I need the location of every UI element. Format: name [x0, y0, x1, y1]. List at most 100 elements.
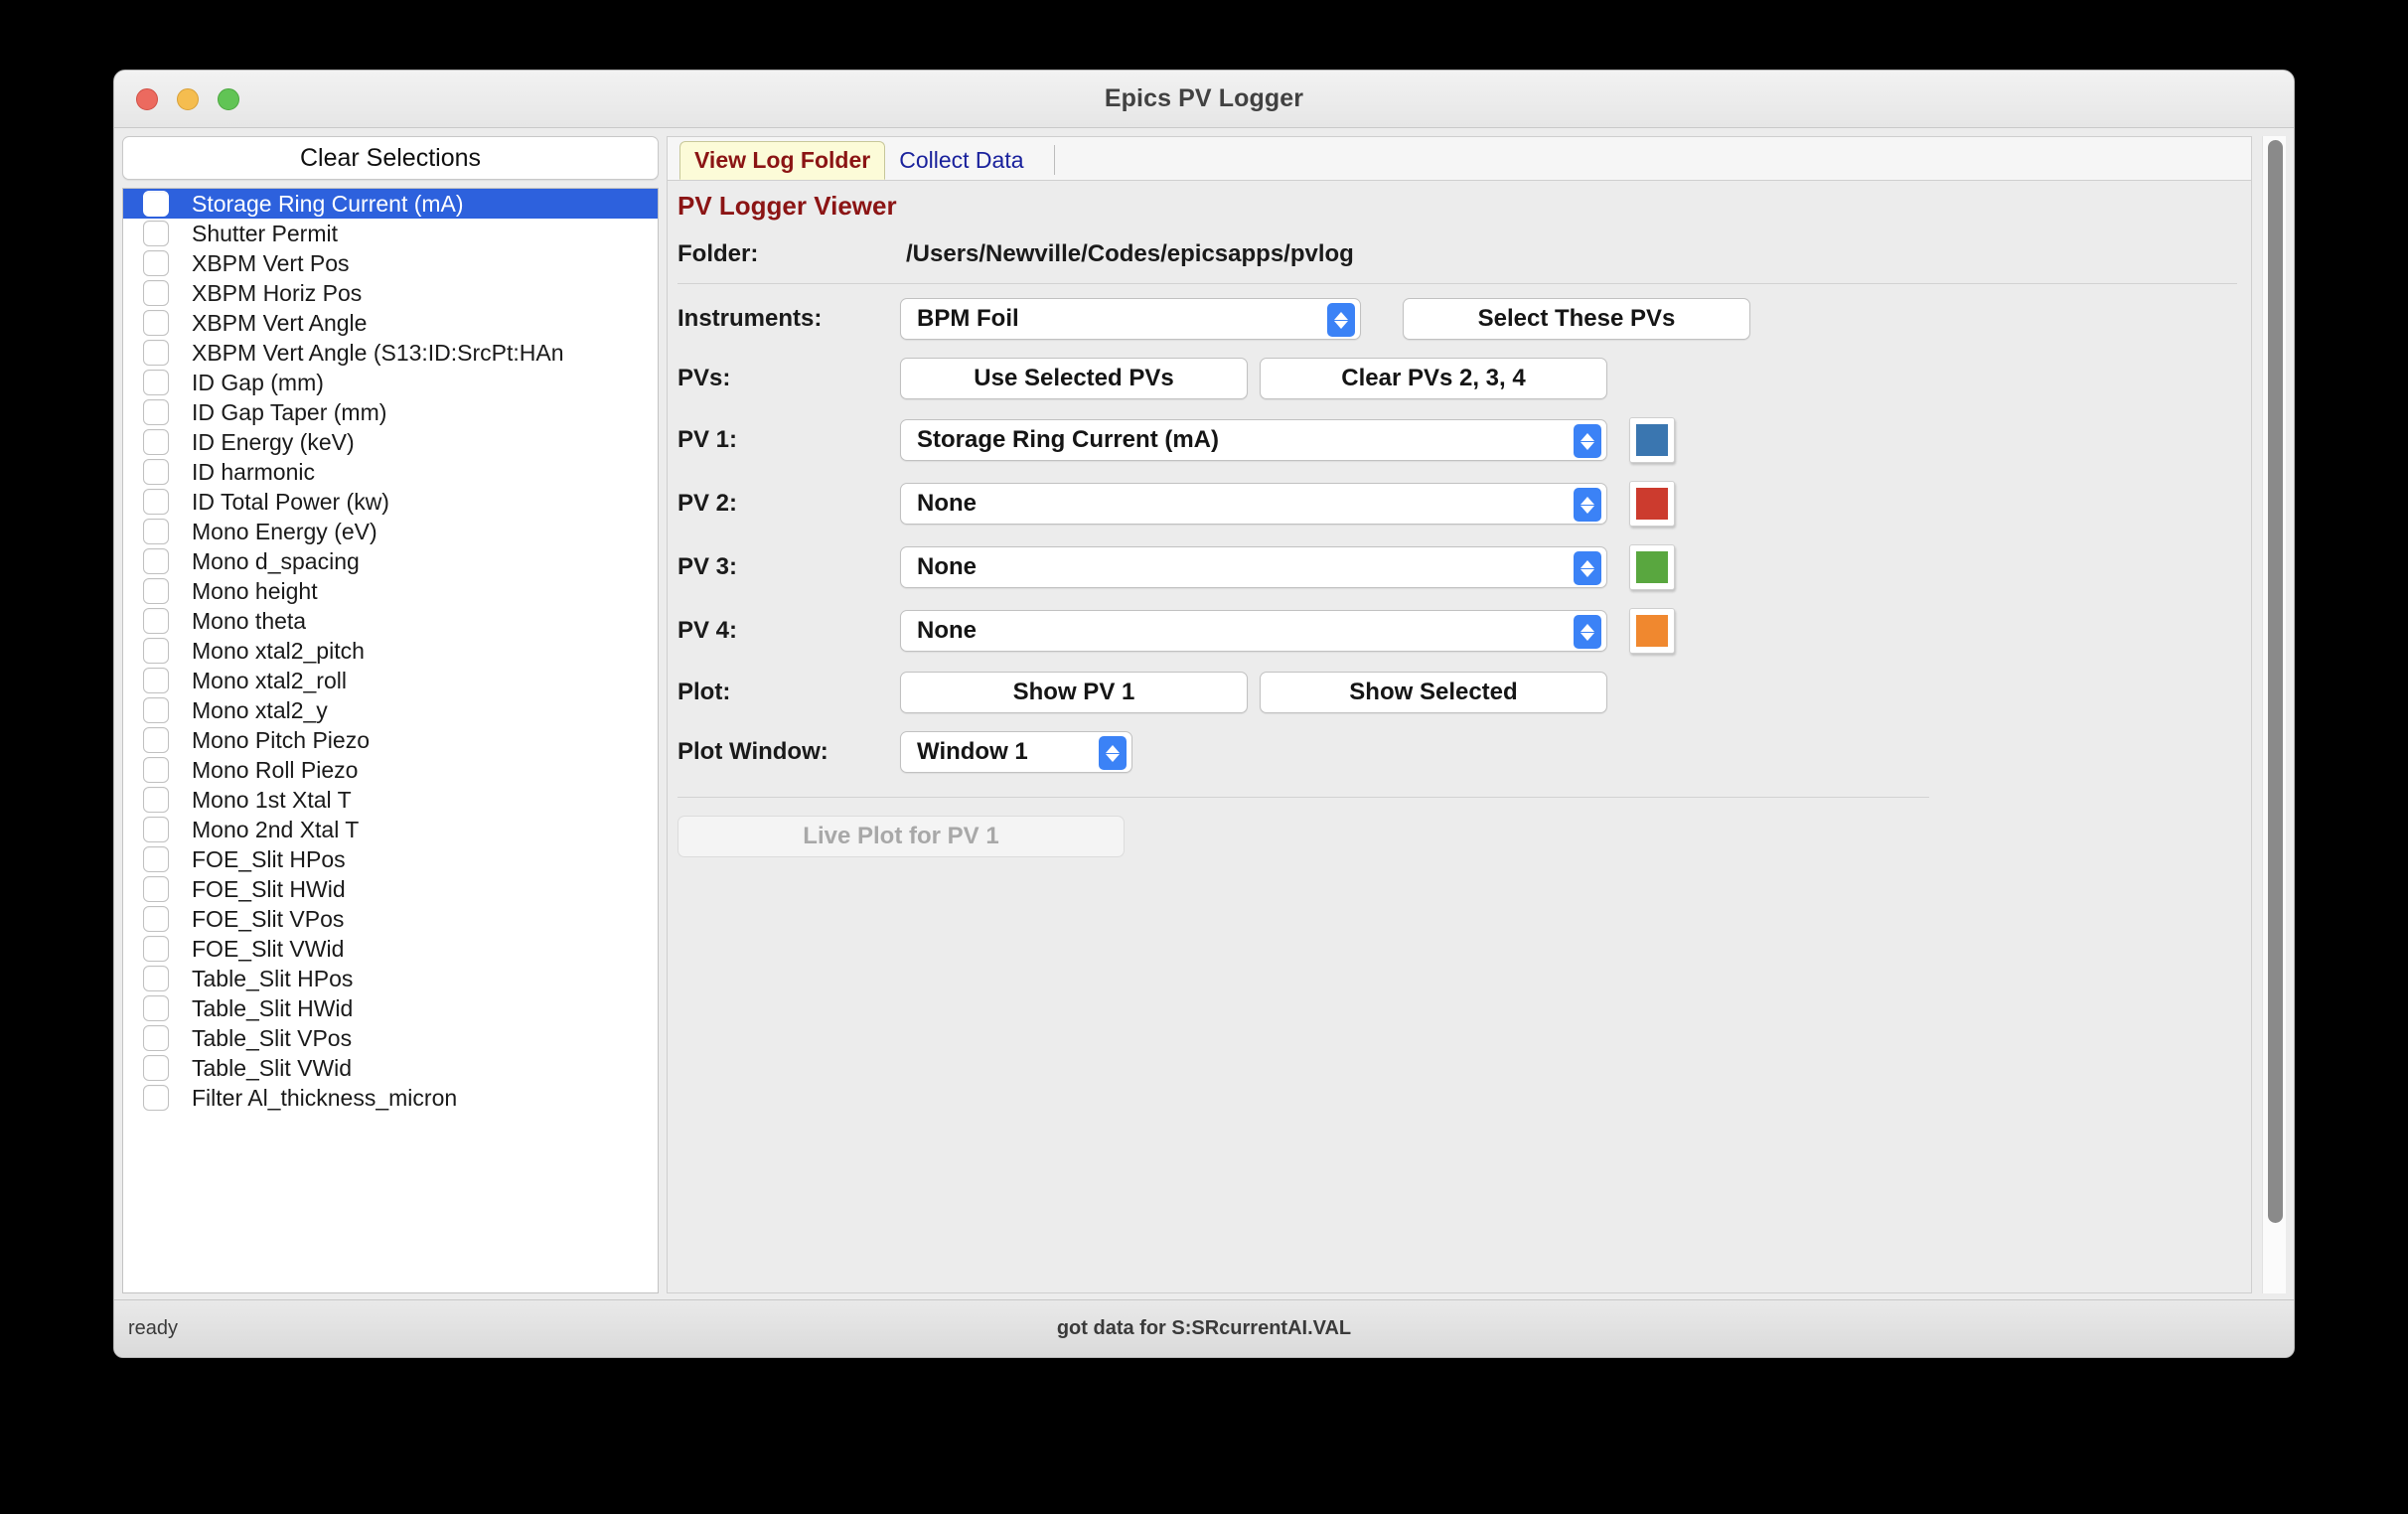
chevron-updown-icon[interactable] [1327, 303, 1355, 337]
checkbox-icon[interactable] [143, 310, 169, 336]
pv-select-3[interactable]: None [900, 546, 1607, 588]
list-item[interactable]: Table_Slit VPos [123, 1023, 658, 1053]
clear-selections-button[interactable]: Clear Selections [122, 136, 659, 180]
checkbox-icon[interactable] [143, 727, 169, 753]
clear-pvs-button[interactable]: Clear PVs 2, 3, 4 [1260, 358, 1607, 399]
tab-collect-data[interactable]: Collect Data [885, 141, 1037, 180]
list-item-label: Mono theta [192, 607, 307, 634]
list-item[interactable]: Table_Slit VWid [123, 1053, 658, 1083]
show-selected-button[interactable]: Show Selected [1260, 672, 1607, 713]
list-item[interactable]: Mono height [123, 576, 658, 606]
checkbox-icon[interactable] [143, 1085, 169, 1111]
checkbox-icon[interactable] [143, 221, 169, 246]
checkbox-icon[interactable] [143, 787, 169, 813]
checkbox-icon[interactable] [143, 936, 169, 962]
color-chip [1636, 615, 1668, 647]
chevron-updown-icon[interactable] [1574, 615, 1601, 649]
list-item[interactable]: ID Total Power (kw) [123, 487, 658, 517]
pv-select-1[interactable]: Storage Ring Current (mA) [900, 419, 1607, 461]
list-item[interactable]: XBPM Vert Pos [123, 248, 658, 278]
checkbox-icon[interactable] [143, 578, 169, 604]
list-item[interactable]: Table_Slit HPos [123, 964, 658, 993]
pv-color-swatch-4[interactable] [1629, 608, 1675, 654]
list-item[interactable]: XBPM Vert Angle (S13:ID:SrcPt:HAn [123, 338, 658, 368]
checkbox-icon[interactable] [143, 548, 169, 574]
list-item-label: Mono xtal2_y [192, 696, 328, 723]
chevron-updown-icon[interactable] [1574, 488, 1601, 522]
list-item[interactable]: Mono Energy (eV) [123, 517, 658, 546]
checkbox-icon[interactable] [143, 489, 169, 515]
checkbox-icon[interactable] [143, 697, 169, 723]
list-item[interactable]: Mono xtal2_roll [123, 666, 658, 695]
list-item-label: ID Gap Taper (mm) [192, 398, 387, 425]
live-plot-button[interactable]: Live Plot for PV 1 [677, 816, 1125, 857]
checkbox-icon[interactable] [143, 817, 169, 842]
checkbox-icon[interactable] [143, 399, 169, 425]
tab-view-log-folder[interactable]: View Log Folder [679, 141, 886, 180]
chevron-updown-icon[interactable] [1574, 551, 1601, 585]
pv-color-swatch-3[interactable] [1629, 544, 1675, 590]
checkbox-icon[interactable] [143, 757, 169, 783]
pv-checkbox-list[interactable]: Storage Ring Current (mA) Shutter Permit X… [122, 188, 659, 1293]
checkbox-icon[interactable] [143, 1025, 169, 1051]
list-item[interactable]: Storage Ring Current (mA) [123, 189, 658, 219]
list-item[interactable]: FOE_Slit HPos [123, 844, 658, 874]
list-item[interactable]: ID harmonic [123, 457, 658, 487]
checkbox-icon[interactable] [143, 519, 169, 544]
chevron-updown-icon[interactable] [1574, 424, 1601, 458]
checkbox-icon[interactable] [143, 429, 169, 455]
pv-select-value: None [917, 490, 977, 517]
checkbox-icon[interactable] [143, 191, 169, 217]
checkbox-icon[interactable] [143, 966, 169, 991]
pv-select-4[interactable]: None [900, 610, 1607, 652]
list-item[interactable]: Mono Pitch Piezo [123, 725, 658, 755]
list-item[interactable]: XBPM Vert Angle [123, 308, 658, 338]
checkbox-icon[interactable] [143, 370, 169, 395]
checkbox-icon[interactable] [143, 340, 169, 366]
list-item[interactable]: ID Gap (mm) [123, 368, 658, 397]
list-item[interactable]: ID Gap Taper (mm) [123, 397, 658, 427]
checkbox-icon[interactable] [143, 876, 169, 902]
use-selected-pvs-button[interactable]: Use Selected PVs [900, 358, 1248, 399]
app-window: Epics PV Logger Clear Selections Storage… [113, 70, 2295, 1358]
plot-window-select[interactable]: Window 1 [900, 731, 1132, 773]
list-item[interactable]: FOE_Slit VWid [123, 934, 658, 964]
list-item[interactable]: ID Energy (keV) [123, 427, 658, 457]
list-item[interactable]: Mono d_spacing [123, 546, 658, 576]
checkbox-icon[interactable] [143, 846, 169, 872]
list-item[interactable]: Mono 2nd Xtal T [123, 815, 658, 844]
checkbox-icon[interactable] [143, 280, 169, 306]
list-item[interactable]: Table_Slit HWid [123, 993, 658, 1023]
list-item[interactable]: XBPM Horiz Pos [123, 278, 658, 308]
pv-select-2[interactable]: None [900, 483, 1607, 525]
pv-color-swatch-1[interactable] [1629, 417, 1675, 463]
main-panel: View Log Folder Collect Data PV Logger V… [667, 136, 2252, 1293]
panel-body: PV Logger Viewer Folder: /Users/Newville… [667, 180, 2252, 1293]
checkbox-icon[interactable] [143, 638, 169, 664]
list-item[interactable]: Mono Roll Piezo [123, 755, 658, 785]
list-item[interactable]: Mono xtal2_pitch [123, 636, 658, 666]
instruments-row: Instruments: BPM Foil Select These PVs [677, 298, 2237, 340]
list-item[interactable]: Mono 1st Xtal T [123, 785, 658, 815]
list-item[interactable]: Mono theta [123, 606, 658, 636]
checkbox-icon[interactable] [143, 459, 169, 485]
chevron-updown-icon[interactable] [1099, 736, 1127, 770]
checkbox-icon[interactable] [143, 668, 169, 693]
checkbox-icon[interactable] [143, 250, 169, 276]
instruments-value: BPM Foil [917, 305, 1019, 332]
select-these-pvs-button[interactable]: Select These PVs [1403, 298, 1750, 340]
pv-color-swatch-2[interactable] [1629, 481, 1675, 527]
list-item[interactable]: FOE_Slit HWid [123, 874, 658, 904]
checkbox-icon[interactable] [143, 608, 169, 634]
list-item[interactable]: Filter Al_thickness_micron [123, 1083, 658, 1113]
list-item[interactable]: FOE_Slit VPos [123, 904, 658, 934]
panel-scrollbar-thumb[interactable] [2268, 140, 2283, 1223]
show-pv1-button[interactable]: Show PV 1 [900, 672, 1248, 713]
list-item[interactable]: Mono xtal2_y [123, 695, 658, 725]
instruments-select[interactable]: BPM Foil [900, 298, 1361, 340]
panel-scrollbar-track[interactable] [2262, 136, 2286, 1293]
checkbox-icon[interactable] [143, 1055, 169, 1081]
checkbox-icon[interactable] [143, 995, 169, 1021]
list-item[interactable]: Shutter Permit [123, 219, 658, 248]
checkbox-icon[interactable] [143, 906, 169, 932]
